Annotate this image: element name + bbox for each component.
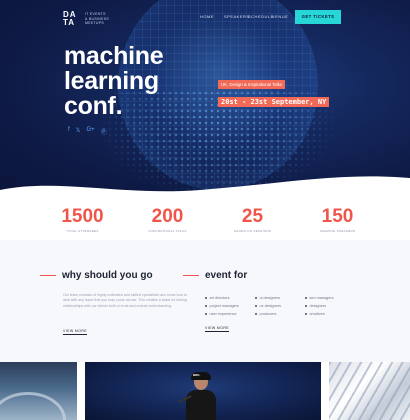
nav-item-home[interactable]: Home xyxy=(200,14,224,19)
why-go-view-more-link[interactable]: VIEW MORE xyxy=(63,329,88,335)
hero-title-line: conf. xyxy=(64,92,123,120)
logo-tagline-line: MEETUPS xyxy=(85,21,105,26)
get-tickets-button[interactable]: GET TICKETS xyxy=(295,10,341,24)
heading-rule xyxy=(40,275,56,276)
stats-row: 1500 Total Attendees 200 Inspirational T… xyxy=(40,206,380,233)
stat-label: Total Attendees xyxy=(66,229,99,233)
audience-item: user experience xyxy=(205,312,255,316)
social-links: f 𝕏 G+ Ⓟ xyxy=(68,127,107,136)
event-badge: UK, Design & Inspirational Talks 20st - … xyxy=(218,73,330,109)
facebook-icon[interactable]: f xyxy=(68,127,70,136)
audience-item: ui designers xyxy=(255,296,305,300)
audience-item: creatives xyxy=(305,312,355,316)
hero-title-line: machine xyxy=(64,42,164,70)
audience-item: designers xyxy=(305,304,355,308)
hero-title: machine learning conf. xyxy=(64,42,164,120)
stat-item: 150 Amazing Speakers xyxy=(298,206,378,233)
audience-list: art directors ui designers seo managers … xyxy=(205,296,355,316)
stat-item: 200 Inspirational Talks xyxy=(128,206,208,233)
logo[interactable]: DA TA IT EVENTS & BUSINESS MEETUPS xyxy=(63,11,109,27)
stat-label: Hands-on Sessions xyxy=(233,229,272,233)
audience-item: producers xyxy=(255,312,305,316)
stat-number: 200 xyxy=(151,206,184,227)
logo-mark: DA TA xyxy=(63,10,77,27)
twitter-icon[interactable]: 𝕏 xyxy=(76,127,81,136)
why-go-description: Our team consists of highly motivated an… xyxy=(63,293,188,308)
stat-label: Inspirational Talks xyxy=(148,229,187,233)
main-nav: Home Speakers Schedule Venue xyxy=(200,14,296,19)
pinterest-icon[interactable]: Ⓟ xyxy=(101,127,107,136)
why-go-heading: why should you go xyxy=(62,270,153,281)
event-for-heading: event for xyxy=(205,270,248,281)
stat-item: 1500 Total Attendees xyxy=(43,206,123,233)
stat-number: 25 xyxy=(241,206,264,227)
hero-section: DA TA IT EVENTS & BUSINESS MEETUPS Home … xyxy=(0,0,410,200)
audience-item: seo managers xyxy=(305,296,355,300)
nav-item-venue[interactable]: Venue xyxy=(272,14,296,19)
google-plus-icon[interactable]: G+ xyxy=(87,127,95,136)
audience-item: project managers xyxy=(205,304,255,308)
speaker-cap-text: BRK. xyxy=(193,373,201,377)
event-tagline: UK, Design & Inspirational Talks xyxy=(218,80,286,89)
event-for-view-more-link[interactable]: VIEW MORE xyxy=(205,326,230,332)
audience-item: art directors xyxy=(205,296,255,300)
event-dates: 20st - 23st September, NY xyxy=(218,97,330,107)
stat-label: Amazing Speakers xyxy=(319,229,356,233)
stat-item: 25 Hands-on Sessions xyxy=(213,206,293,233)
photo-architecture-left xyxy=(0,362,77,420)
photo-architecture-right xyxy=(329,362,410,420)
hero-title-line: learning xyxy=(64,67,159,95)
stat-number: 1500 xyxy=(61,206,104,227)
heading-rule xyxy=(183,275,199,276)
audience-item: ux designers xyxy=(255,304,305,308)
hero-wave-divider xyxy=(0,176,410,200)
stat-number: 150 xyxy=(321,206,354,227)
event-for-heading-row: event for xyxy=(183,270,247,281)
why-go-heading-row: why should you go xyxy=(40,270,153,281)
nav-item-speakers[interactable]: Speakers xyxy=(224,14,249,19)
nav-item-schedule[interactable]: Schedule xyxy=(248,14,273,19)
logo-tagline: IT EVENTS & BUSINESS MEETUPS xyxy=(85,12,109,26)
